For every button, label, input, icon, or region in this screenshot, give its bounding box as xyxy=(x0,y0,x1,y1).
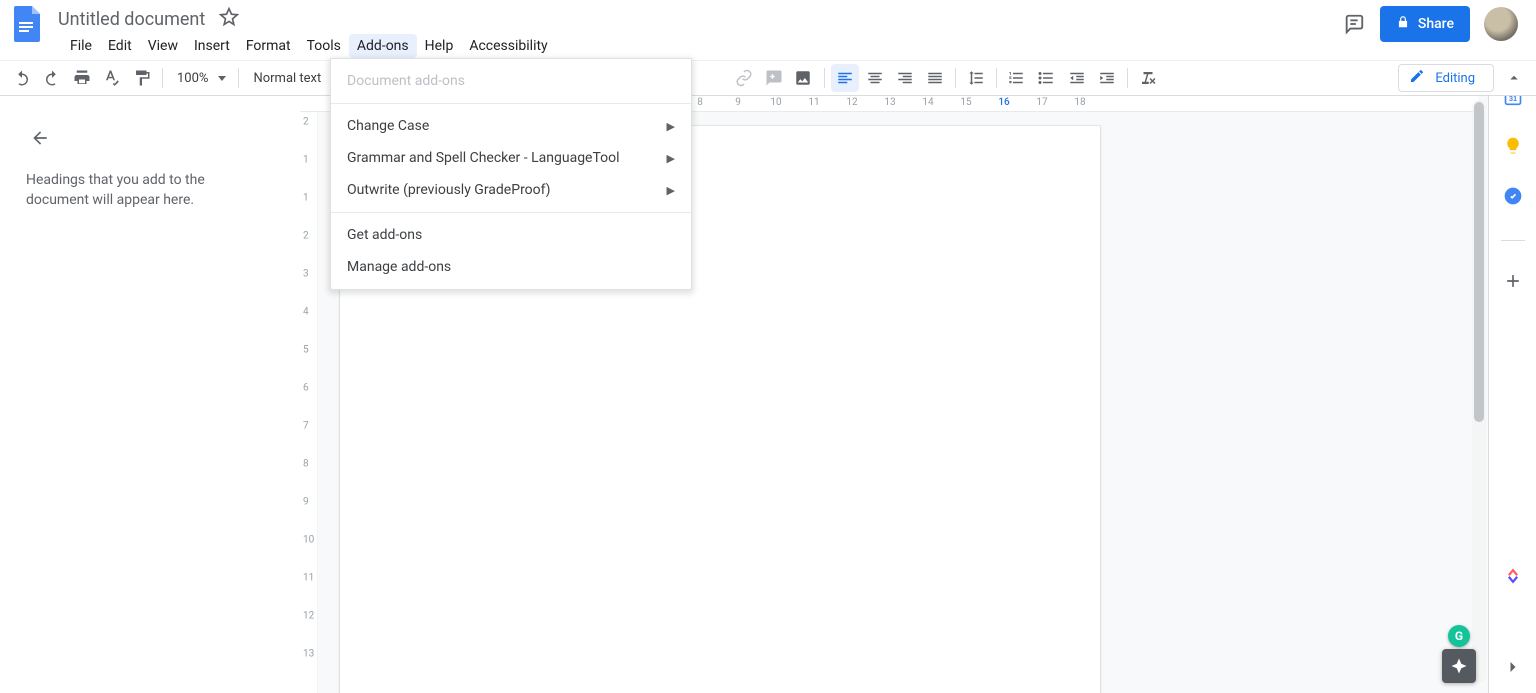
pencil-icon xyxy=(1409,68,1425,88)
menu-accessibility[interactable]: Accessibility xyxy=(461,34,555,58)
close-outline-button[interactable] xyxy=(26,124,54,152)
add-comment-button[interactable] xyxy=(760,64,788,92)
hide-menus-button[interactable] xyxy=(1500,64,1528,92)
menu-item-document-add-ons: Document add-ons xyxy=(331,65,691,97)
side-panel: 31 xyxy=(1488,64,1536,693)
ruler-mark: 9 xyxy=(303,497,309,508)
star-icon[interactable] xyxy=(219,7,239,31)
comments-icon[interactable] xyxy=(1342,12,1366,36)
ruler-mark: 12 xyxy=(303,611,314,622)
menu-item-manage-add-ons[interactable]: Manage add-ons xyxy=(331,251,691,283)
outline-empty-message: Headings that you add to the document wi… xyxy=(26,170,256,211)
menu-help[interactable]: Help xyxy=(417,34,462,58)
paragraph-style-value: Normal text xyxy=(253,71,321,86)
ruler-mark: 17 xyxy=(1036,97,1047,108)
submenu-arrow-icon: ▶ xyxy=(667,184,675,197)
menu-item-outwrite-previously-gradeproof[interactable]: Outwrite (previously GradeProof)▶ xyxy=(331,174,691,206)
menu-edit[interactable]: Edit xyxy=(100,34,140,58)
numbered-list-button[interactable] xyxy=(1003,64,1031,92)
lock-icon xyxy=(1396,15,1410,33)
docs-logo[interactable] xyxy=(8,4,48,44)
menu-add-ons[interactable]: Add-ons xyxy=(349,34,417,58)
ruler-mark: 11 xyxy=(808,97,819,108)
menu-format[interactable]: Format xyxy=(238,34,299,58)
menu-file[interactable]: File xyxy=(62,34,100,58)
title-bar: Untitled document Share xyxy=(0,0,1536,32)
menu-insert[interactable]: Insert xyxy=(186,34,238,58)
ruler-mark: 9 xyxy=(735,97,741,108)
clickup-icon[interactable] xyxy=(1502,565,1524,587)
get-addons-icon[interactable] xyxy=(1503,271,1523,291)
ruler-mark: 10 xyxy=(770,97,781,108)
share-button[interactable]: Share xyxy=(1380,6,1470,42)
decrease-indent-button[interactable] xyxy=(1063,64,1091,92)
menu-item-get-add-ons[interactable]: Get add-ons xyxy=(331,219,691,251)
toolbar: 100% Normal text Editing xyxy=(0,60,1536,96)
workspace: Headings that you add to the document wi… xyxy=(0,96,1488,693)
paint-format-button[interactable] xyxy=(128,64,156,92)
ruler-mark: 2 xyxy=(303,117,309,128)
ruler-mark: 5 xyxy=(303,345,309,356)
menu-item-grammar-and-spell-checker-languagetool[interactable]: Grammar and Spell Checker - LanguageTool… xyxy=(331,142,691,174)
menu-view[interactable]: View xyxy=(140,34,186,58)
keep-icon[interactable] xyxy=(1503,136,1523,156)
align-right-button[interactable] xyxy=(891,64,919,92)
align-center-button[interactable] xyxy=(861,64,889,92)
vertical-scrollbar[interactable] xyxy=(1472,100,1486,683)
insert-image-button[interactable] xyxy=(790,64,818,92)
print-button[interactable] xyxy=(68,64,96,92)
increase-indent-button[interactable] xyxy=(1093,64,1121,92)
submenu-arrow-icon: ▶ xyxy=(667,120,675,133)
document-title[interactable]: Untitled document xyxy=(52,7,211,32)
zoom-dropdown[interactable]: 100% xyxy=(169,64,232,92)
redo-button[interactable] xyxy=(38,64,66,92)
vertical-ruler[interactable]: 2112345678910111213 xyxy=(300,112,318,693)
line-spacing-button[interactable] xyxy=(962,64,990,92)
undo-button[interactable] xyxy=(8,64,36,92)
ruler-mark: 6 xyxy=(303,383,309,394)
ruler-mark: 8 xyxy=(303,459,309,470)
ruler-mark: 15 xyxy=(960,97,971,108)
menu-divider xyxy=(331,103,691,104)
ruler-mark: 13 xyxy=(303,649,314,660)
ruler-mark: 4 xyxy=(303,307,309,318)
ruler-mark: 13 xyxy=(884,97,895,108)
align-left-button[interactable] xyxy=(831,64,859,92)
explore-button[interactable] xyxy=(1442,649,1476,683)
avatar[interactable] xyxy=(1484,7,1518,41)
grammarly-icon[interactable]: G xyxy=(1448,625,1470,647)
editing-mode-label: Editing xyxy=(1435,71,1475,86)
ruler-mark: 10 xyxy=(303,535,314,546)
editing-mode-dropdown[interactable]: Editing xyxy=(1398,64,1494,92)
ruler-mark: 12 xyxy=(846,97,857,108)
menu-tools[interactable]: Tools xyxy=(299,34,349,58)
ruler-mark: 14 xyxy=(922,97,933,108)
ruler-mark: 7 xyxy=(303,421,309,432)
ruler-mark: 1 xyxy=(303,193,309,204)
bulleted-list-button[interactable] xyxy=(1033,64,1061,92)
link-button[interactable] xyxy=(730,64,758,92)
outline-panel: Headings that you add to the document wi… xyxy=(0,96,300,693)
addons-menu: Document add-ons Change Case▶Grammar and … xyxy=(330,58,692,290)
align-justify-button[interactable] xyxy=(921,64,949,92)
ruler-mark: 1 xyxy=(303,155,309,166)
hide-sidepanel-button[interactable] xyxy=(1503,657,1523,681)
share-button-label: Share xyxy=(1418,16,1454,32)
ruler-mark: 18 xyxy=(1074,97,1085,108)
clear-formatting-button[interactable] xyxy=(1134,64,1162,92)
menu-divider xyxy=(331,212,691,213)
ruler-mark: 8 xyxy=(697,97,703,108)
ruler-mark: 11 xyxy=(303,573,314,584)
menu-bar: FileEditViewInsertFormatToolsAdd-onsHelp… xyxy=(0,32,1536,60)
zoom-value: 100% xyxy=(177,71,208,86)
submenu-arrow-icon: ▶ xyxy=(667,152,675,165)
ruler-mark: 2 xyxy=(303,231,309,242)
menu-item-change-case[interactable]: Change Case▶ xyxy=(331,110,691,142)
ruler-mark: 3 xyxy=(303,269,309,280)
spellcheck-button[interactable] xyxy=(98,64,126,92)
tasks-icon[interactable] xyxy=(1503,186,1523,206)
ruler-mark: 16 xyxy=(998,97,1009,108)
